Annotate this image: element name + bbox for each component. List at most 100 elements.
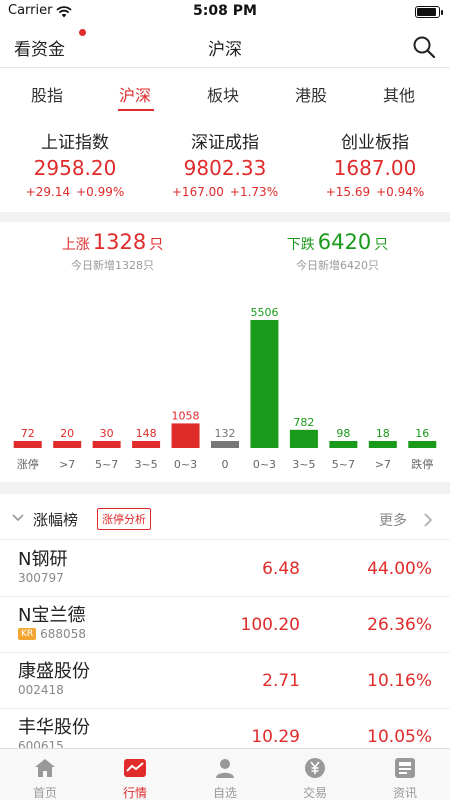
stock-code-line: 002418	[18, 683, 64, 697]
decliners-label: 下跌	[286, 237, 315, 253]
chart-bar	[132, 441, 161, 448]
gainers-header[interactable]: 涨幅榜 涨停分析 更多	[0, 500, 450, 540]
stock-change-percent: 10.16%	[367, 671, 432, 691]
tab-shanghai-shenzhen[interactable]: 沪深	[100, 82, 170, 106]
advancers-count-line: 上涨 1328 只	[0, 230, 225, 254]
market-tabs: 股指 沪深 板块 港股 其他	[0, 70, 450, 116]
stock-code-line: 300797	[18, 571, 64, 585]
tabbar-label: 行情	[122, 786, 147, 800]
category-label: 5~7	[332, 458, 355, 471]
active-tab-indicator	[118, 109, 154, 111]
tabbar-home[interactable]: 首页	[0, 749, 90, 800]
gainers-title: 涨幅榜	[33, 511, 79, 529]
stock-price: 2.71	[262, 671, 300, 691]
section-divider	[0, 482, 450, 494]
advancers: 上涨 1328 只 今日新增1328只	[0, 230, 225, 273]
view-funds-link[interactable]: 看资金	[14, 35, 65, 60]
chart-bar	[289, 429, 318, 448]
stock-name: 康盛股份	[18, 661, 90, 682]
category-label: >7	[59, 458, 75, 471]
stock-change-percent: 44.00%	[367, 559, 432, 579]
tabbar-label: 自选	[212, 786, 237, 800]
stock-row[interactable]: N钢研 300797 6.48 44.00%	[0, 541, 450, 597]
more-link[interactable]: 更多	[379, 510, 407, 530]
index-change-percent: +0.94%	[376, 185, 425, 199]
chart-bar	[13, 441, 42, 448]
chart-bar	[53, 441, 82, 448]
index-value: 1687.00	[333, 156, 417, 180]
index-name: 上证指数	[41, 133, 109, 153]
page-title: 沪深	[208, 40, 242, 60]
limit-up-analysis-button[interactable]: 涨停分析	[97, 508, 151, 530]
decliners-count-line: 下跌 6420 只	[225, 230, 450, 254]
section-divider	[0, 212, 450, 222]
tabbar-news[interactable]: 资讯	[360, 749, 450, 800]
market-chart-icon	[124, 759, 146, 777]
stock-row[interactable]: 康盛股份 002418 2.71 10.16%	[0, 653, 450, 709]
tab-sectors[interactable]: 板块	[188, 82, 258, 106]
chevron-right-icon[interactable]	[424, 513, 432, 527]
app-screen: Carrier 5:08 PM 看资金 沪深 股指 沪深 板块 港股 其他 上证…	[0, 0, 450, 800]
index-change-points: +167.00	[171, 185, 224, 199]
index-value: 2958.20	[33, 156, 117, 180]
bar-value-label: 16	[415, 427, 429, 440]
bar-value-label: 782	[293, 416, 314, 429]
decliners: 下跌 6420 只 今日新增6420只	[225, 230, 450, 273]
index-summary: 上证指数 2958.20 +29.14 +0.99% 深证成指 9802.33 +…	[0, 120, 450, 210]
bar-value-label: 5506	[250, 306, 278, 319]
category-label: 0~3	[253, 458, 276, 471]
index-change: +167.00 +1.73%	[150, 185, 300, 199]
index-change-points: +15.69	[325, 185, 371, 199]
search-icon[interactable]	[412, 35, 436, 59]
tabbar-watchlist[interactable]: 自选	[180, 749, 270, 800]
stock-price: 10.29	[251, 727, 300, 747]
tab-index[interactable]: 股指	[12, 82, 82, 106]
chevron-down-icon[interactable]	[12, 513, 24, 523]
bottom-tab-bar: 首页 行情 自选 交易 资讯	[0, 748, 450, 800]
bar-value-label: 148	[136, 427, 157, 440]
index-name: 深证成指	[191, 133, 259, 153]
battery-level	[417, 8, 436, 16]
tab-other[interactable]: 其他	[364, 82, 434, 106]
tabbar-trade[interactable]: 交易	[270, 749, 360, 800]
index-change: +29.14 +0.99%	[0, 185, 150, 199]
tabbar-market[interactable]: 行情	[90, 749, 180, 800]
advancers-label: 上涨	[61, 237, 90, 253]
stock-price: 6.48	[262, 559, 300, 579]
nav-bar: 看资金 沪深	[0, 26, 450, 68]
category-label: 5~7	[95, 458, 118, 471]
index-change-points: +29.14	[25, 185, 71, 199]
stock-code-line: KR 688058	[18, 627, 86, 641]
news-icon	[395, 758, 415, 778]
stock-name: N宝兰德	[18, 605, 86, 626]
bar-value-label: 132	[215, 427, 236, 440]
category-label: 0~3	[174, 458, 197, 471]
advance-decline-summary: 上涨 1328 只 今日新增1328只 下跌 6420 只 今日新增6420只	[0, 230, 450, 290]
index-change-percent: +0.99%	[76, 185, 125, 199]
change-distribution-chart: 72 涨停 20 >7 30 5~7 148 3~5 1058 0~3 132 0 5506 0~3 782…	[13, 306, 437, 471]
home-icon	[35, 759, 55, 777]
tabbar-label: 资讯	[392, 786, 417, 800]
advancers-count: 1328	[92, 230, 147, 254]
category-label: 0	[222, 458, 229, 471]
advancers-new: 今日新增1328只	[71, 259, 154, 272]
category-label: 3~5	[134, 458, 157, 471]
chart-bar	[211, 441, 239, 448]
chart-bar	[171, 423, 200, 448]
chart-bar	[329, 441, 358, 448]
clock: 5:08 PM	[193, 3, 257, 19]
tab-hk-stocks[interactable]: 港股	[276, 82, 346, 106]
stock-code: 002418	[18, 683, 64, 697]
category-label: 3~5	[292, 458, 315, 471]
stock-name: N钢研	[18, 549, 68, 570]
tabbar-label: 首页	[32, 786, 57, 800]
kr-badge: KR	[18, 628, 37, 640]
index-card[interactable]: 上证指数 2958.20 +29.14 +0.99%	[0, 120, 150, 210]
bar-value-label: 1058	[172, 409, 200, 422]
stock-row[interactable]: N宝兰德 KR 688058 100.20 26.36%	[0, 597, 450, 653]
chart-bar	[368, 441, 397, 448]
index-change: +15.69 +0.94%	[300, 185, 450, 199]
stock-change-percent: 10.05%	[367, 727, 432, 747]
index-card[interactable]: 创业板指 1687.00 +15.69 +0.94%	[300, 120, 450, 210]
index-card[interactable]: 深证成指 9802.33 +167.00 +1.73%	[150, 120, 300, 210]
